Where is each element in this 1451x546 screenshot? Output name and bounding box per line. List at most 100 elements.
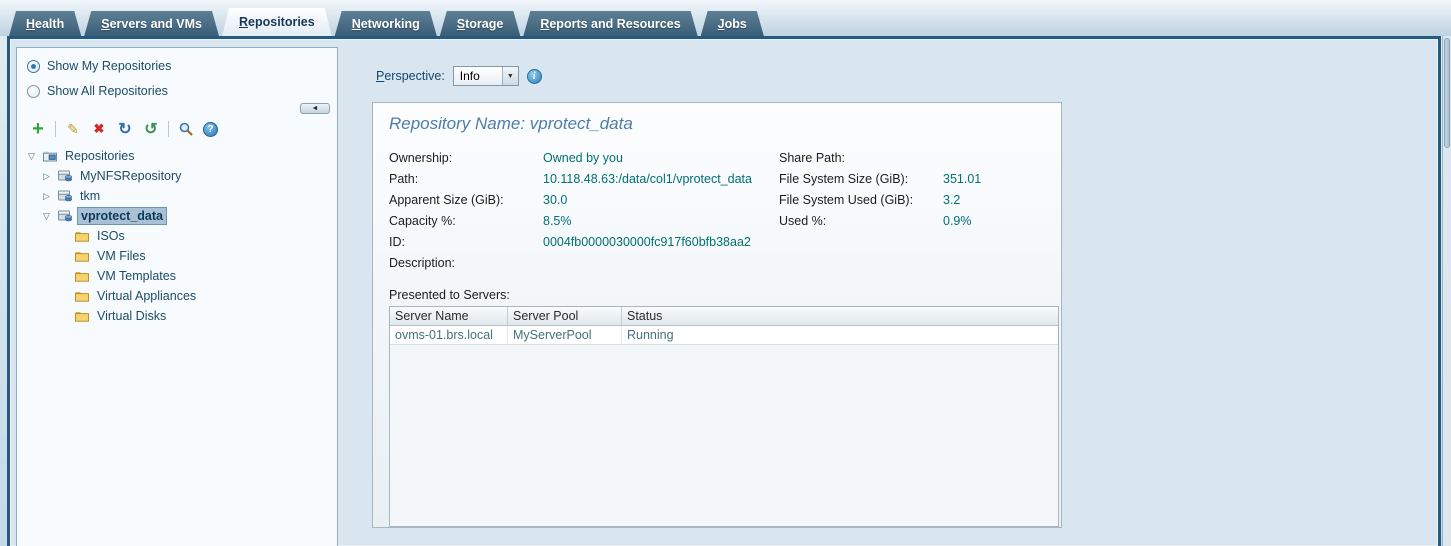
search-icon [178, 121, 194, 137]
field-label: File System Used (GiB): [779, 193, 943, 207]
expander-open-icon[interactable]: ▽ [40, 211, 53, 222]
expander-closed-icon[interactable]: ▷ [40, 191, 53, 202]
panel-collapse-button[interactable]: ◄ [300, 103, 330, 114]
delete-repository-button[interactable]: ✖ [90, 120, 108, 138]
folder-icon [74, 268, 90, 284]
radio-label: Show All Repositories [47, 84, 168, 98]
presented-servers-table: Server Name Server Pool Status ovms-01.b… [389, 306, 1059, 527]
perspective-label: Perspective: [376, 69, 445, 83]
tree-item-vm-templates[interactable]: VM Templates [17, 266, 337, 286]
folder-icon [74, 248, 90, 264]
content-frame: Show My Repositories Show All Repositori… [7, 36, 1441, 546]
field-label: Ownership: [389, 151, 543, 165]
scrollbar-thumb[interactable] [1444, 38, 1450, 148]
tree-item-label-selected: vprotect_data [77, 207, 167, 225]
tab-bar: Health Servers and VMs Repositories Netw… [0, 0, 1451, 36]
expander-closed-icon[interactable]: ▷ [40, 171, 53, 182]
repository-detail-panel: Perspective: Info ▼ i Repository Name: v… [362, 39, 1428, 546]
perspective-select[interactable]: Info ▼ [453, 66, 519, 86]
tree-item-isos[interactable]: ISOs [17, 226, 337, 246]
tab-label: Health [26, 17, 64, 31]
tree-item-tkm[interactable]: ▷ tkm [17, 186, 337, 206]
help-button[interactable]: ? [203, 122, 218, 137]
tab-networking[interactable]: Networking [335, 11, 437, 36]
tree-item-label: tkm [77, 188, 103, 204]
field-label: Path: [389, 172, 543, 186]
repositories-tree: ▽ Repositories ▷ MyNFSRepository ▷ tkm ▽ [17, 146, 337, 326]
field-label: Used %: [779, 214, 943, 228]
tree-item-mynfsrepository[interactable]: ▷ MyNFSRepository [17, 166, 337, 186]
field-label: Share Path: [779, 151, 943, 165]
column-header-status[interactable]: Status [622, 307, 1058, 325]
repository-icon [57, 208, 73, 224]
tree-item-label: Virtual Disks [94, 308, 169, 324]
field-value: 0.9% [943, 214, 972, 228]
repository-icon [57, 188, 73, 204]
cell-server-pool: MyServerPool [508, 326, 622, 344]
field-label: File System Size (GiB): [779, 172, 943, 186]
radio-show-my-repositories[interactable]: Show My Repositories [27, 59, 337, 73]
add-repository-button[interactable]: + [29, 120, 47, 138]
collapse-row: ◄ [17, 98, 337, 114]
repository-name-title: Repository Name: vprotect_data [389, 114, 1045, 134]
folder-icon [74, 308, 90, 324]
repository-icon [57, 168, 73, 184]
repositories-sidebar: Show My Repositories Show All Repositori… [16, 47, 338, 546]
column-header-server-name[interactable]: Server Name [390, 307, 508, 325]
field-label: Description: [389, 256, 543, 270]
tab-label: Servers and VMs [101, 17, 202, 31]
info-icon[interactable]: i [527, 69, 542, 84]
tab-servers-and-vms[interactable]: Servers and VMs [84, 11, 219, 36]
tab-label: Jobs [718, 17, 747, 31]
tab-health[interactable]: Health [9, 11, 81, 36]
tree-item-repositories[interactable]: ▽ Repositories [17, 146, 337, 166]
search-button[interactable] [177, 120, 195, 138]
perspective-row: Perspective: Info ▼ i [376, 66, 1428, 86]
vertical-scrollbar[interactable] [1442, 36, 1451, 546]
tree-item-label: ISOs [94, 228, 128, 244]
table-row[interactable]: ovms-01.brs.local MyServerPool Running [390, 326, 1058, 345]
field-value: 351.01 [943, 172, 981, 186]
radio-show-all-repositories[interactable]: Show All Repositories [27, 84, 337, 98]
tree-item-virtual-disks[interactable]: Virtual Disks [17, 306, 337, 326]
tree-item-vprotect-data[interactable]: ▽ vprotect_data [17, 206, 337, 226]
cell-status: Running [622, 326, 1058, 344]
field-value: Owned by you [543, 151, 623, 165]
perspective-selected-value: Info [460, 69, 480, 83]
field-value: 3.2 [943, 193, 960, 207]
repositories-root-icon [42, 148, 58, 164]
field-value: 30.0 [543, 193, 567, 207]
tree-item-label: VM Files [94, 248, 149, 264]
tab-label: Networking [352, 17, 420, 31]
tab-storage[interactable]: Storage [440, 11, 521, 36]
radio-label: Show My Repositories [47, 59, 171, 73]
field-value: 8.5% [543, 214, 572, 228]
tab-jobs[interactable]: Jobs [701, 11, 764, 36]
tab-label: Storage [457, 17, 504, 31]
cell-server-name: ovms-01.brs.local [390, 326, 508, 344]
tree-item-label: MyNFSRepository [77, 168, 184, 184]
chevron-down-icon: ▼ [502, 67, 518, 85]
repository-info-box: Repository Name: vprotect_data Ownership… [372, 102, 1062, 528]
field-label: Capacity %: [389, 214, 543, 228]
folder-icon [74, 288, 90, 304]
tree-item-label: VM Templates [94, 268, 179, 284]
tab-reports-and-resources[interactable]: Reports and Resources [523, 11, 697, 36]
tree-item-vm-files[interactable]: VM Files [17, 246, 337, 266]
folder-icon [74, 228, 90, 244]
refresh-repository-button[interactable]: ↻ [116, 120, 134, 138]
tab-label: Reports and Resources [540, 17, 680, 31]
rescan-repository-button[interactable]: ↺ [142, 120, 160, 138]
field-value: 10.118.48.63:/data/col1/vprotect_data [543, 172, 752, 186]
expander-open-icon[interactable]: ▽ [25, 151, 38, 162]
fields-column-left: Ownership:Owned by you Path:10.118.48.63… [389, 147, 779, 273]
tab-repositories[interactable]: Repositories [222, 8, 332, 36]
column-header-server-pool[interactable]: Server Pool [508, 307, 622, 325]
table-header-row: Server Name Server Pool Status [390, 307, 1058, 326]
radio-button-icon[interactable] [27, 85, 40, 98]
presented-to-servers-label: Presented to Servers: [389, 288, 1045, 302]
tree-item-virtual-appliances[interactable]: Virtual Appliances [17, 286, 337, 306]
radio-button-icon[interactable] [27, 60, 40, 73]
edit-repository-button[interactable]: ✎ [64, 120, 82, 138]
tree-item-label: Repositories [62, 148, 137, 164]
